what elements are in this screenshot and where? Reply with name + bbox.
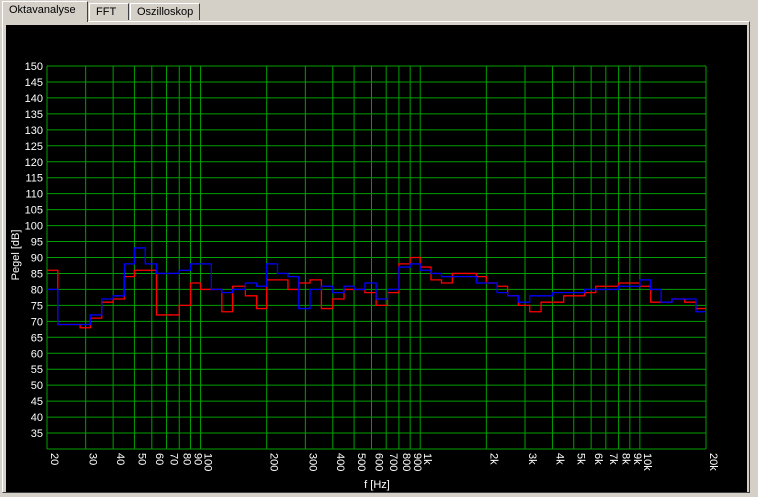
- x-tick-label: 40: [114, 453, 126, 465]
- tab-oszilloskop[interactable]: Oszilloskop: [130, 3, 200, 20]
- x-tick-label: 20: [48, 453, 60, 465]
- x-tick-label: 4k: [553, 453, 565, 465]
- y-tick-label: 150: [25, 61, 43, 73]
- y-tick-label: 85: [31, 268, 43, 280]
- y-tick-label: 115: [25, 173, 43, 185]
- y-tick-label: 105: [25, 205, 43, 217]
- x-tick-label: 50: [135, 453, 147, 465]
- x-tick-label: 7k: [607, 453, 619, 465]
- x-tick-label: 80: [180, 453, 192, 465]
- y-tick-label: 65: [31, 332, 43, 344]
- x-tick-labels: 20 30 40 50 60 70 80 90100 200 300 400 500 600 700 800…: [48, 453, 719, 471]
- y-tick-label: 140: [25, 93, 43, 105]
- x-tick-label: 20k: [707, 453, 719, 471]
- y-tick-label: 130: [25, 125, 43, 137]
- tab-bar: Oktavanalyse FFT Oszilloskop: [0, 0, 758, 22]
- x-tick-label: 10k: [641, 453, 653, 471]
- octave-chart: 35 40 45 50 55 60 65 70 75 80 85 90 95 100 105 110 115 12…: [10, 61, 719, 491]
- x-tick-label: 500: [355, 453, 367, 471]
- y-tick-label: 95: [31, 237, 43, 249]
- y-tick-labels: 35 40 45 50 55 60 65 70 75 80 85 90 95 100 105 110 115 12…: [25, 61, 43, 440]
- y-tick-label: 125: [25, 141, 43, 153]
- x-tick-label: 70: [168, 453, 180, 465]
- y-tick-label: 100: [25, 221, 43, 233]
- y-tick-label: 45: [31, 396, 43, 408]
- x-tick-label: 5k: [575, 453, 587, 465]
- y-tick-label: 70: [31, 316, 43, 328]
- x-tick-label: 600: [372, 453, 384, 471]
- x-tick-label: 1k: [421, 453, 433, 465]
- y-tick-label: 50: [31, 380, 43, 392]
- tab-fft[interactable]: FFT: [89, 3, 129, 20]
- y-tick-label: 90: [31, 253, 43, 265]
- chart-area: 35 40 45 50 55 60 65 70 75 80 85 90 95 100 105 110 115 12…: [6, 25, 747, 492]
- y-tick-label: 75: [31, 300, 43, 312]
- y-tick-label: 80: [31, 284, 43, 296]
- x-tick-label: 100: [202, 453, 214, 471]
- x-tick-label: 2k: [487, 453, 499, 465]
- x-tick-label: 700: [387, 453, 399, 471]
- x-axis-label: f [Hz]: [364, 479, 390, 491]
- y-tick-label: 110: [25, 189, 43, 201]
- x-tick-label: 3k: [526, 453, 538, 465]
- window-edge: [750, 0, 758, 497]
- x-tick-label: 200: [268, 453, 280, 471]
- series-group: [47, 247, 706, 329]
- y-tick-label: 60: [31, 348, 43, 360]
- x-tick-label: 300: [306, 453, 318, 471]
- x-tick-label: 6k: [592, 453, 604, 465]
- x-tick-label: 60: [153, 453, 165, 465]
- y-tick-label: 35: [31, 428, 43, 440]
- x-tick-label: 800: [400, 453, 412, 471]
- x-tick-label: 400: [334, 453, 346, 471]
- y-tick-label: 145: [25, 77, 43, 89]
- tab-oktavanalyse[interactable]: Oktavanalyse: [2, 1, 88, 22]
- y-tick-label: 120: [25, 157, 43, 169]
- y-tick-label: 55: [31, 364, 43, 376]
- y-tick-label: 135: [25, 109, 43, 121]
- y-tick-label: 40: [31, 412, 43, 424]
- x-tick-label: 8k: [620, 453, 632, 465]
- x-tick-label: 30: [87, 453, 99, 465]
- y-axis-label: Pegel [dB]: [10, 230, 22, 281]
